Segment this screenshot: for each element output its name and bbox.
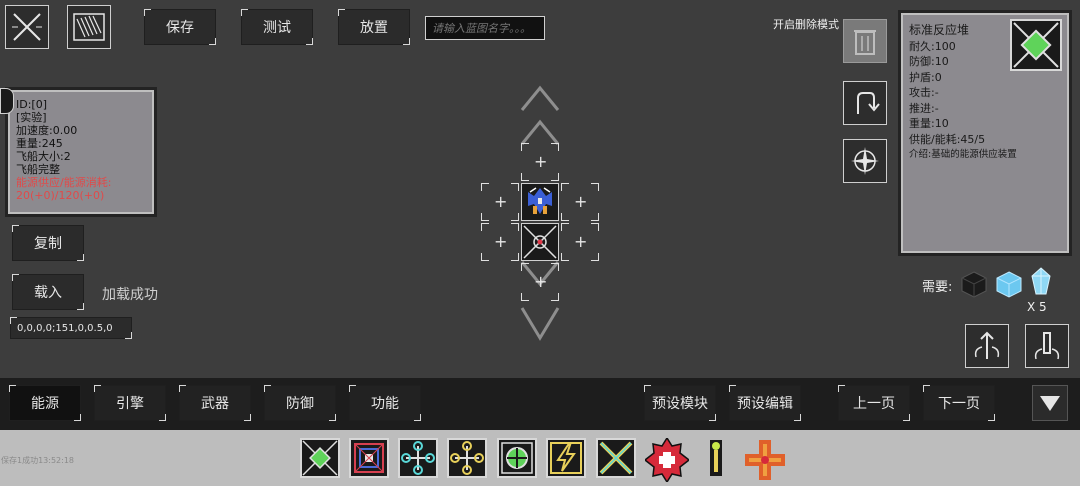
plus-icon: +	[574, 232, 588, 251]
module-x-frame[interactable]	[596, 438, 636, 478]
dismantle-icon	[1034, 332, 1060, 360]
tab-weapon[interactable]: 武器	[179, 385, 251, 421]
module-lightning[interactable]	[546, 438, 586, 478]
plus-icon: +	[494, 192, 508, 211]
crosshair-star-icon	[851, 147, 879, 175]
panel-toggle-handle[interactable]	[0, 88, 14, 114]
empty-slot-top[interactable]: +	[521, 143, 559, 181]
upgrade-button[interactable]	[965, 324, 1009, 368]
place-button[interactable]: 放置	[338, 9, 410, 45]
ice-cube-icon	[996, 271, 1022, 298]
module-reactor[interactable]	[300, 438, 340, 478]
plus-icon: +	[494, 232, 508, 251]
empty-slot-left-1[interactable]: +	[481, 183, 519, 221]
tab-engine[interactable]: 引擎	[94, 385, 166, 421]
rotate-button[interactable]	[843, 81, 887, 125]
preset-edit-button[interactable]: 预设编辑	[729, 385, 801, 421]
module-rod[interactable]	[696, 438, 736, 478]
cockpit-module[interactable]	[521, 183, 559, 221]
module-cross-cyan[interactable]	[398, 438, 438, 478]
requirement-count: X 5	[1027, 300, 1047, 314]
empty-slot-bottom[interactable]: +	[521, 263, 559, 301]
red-gear-icon	[643, 436, 691, 484]
upgrade-arrow-icon	[974, 331, 1000, 359]
empty-slot-left-2[interactable]: +	[481, 223, 519, 261]
module-stat: 攻击:-	[909, 86, 939, 99]
x-frame-icon	[599, 441, 633, 475]
module-stat: 供能/能耗:45/5	[909, 132, 986, 146]
category-bar: 能源 引擎 武器 防御 功能 预设模块 预设编辑 上一页 下一页	[0, 378, 1080, 430]
dismantle-button[interactable]	[1025, 324, 1069, 368]
tab-function[interactable]: 功能	[349, 385, 421, 421]
plus-icon: +	[534, 152, 548, 171]
plus-icon: +	[534, 272, 548, 291]
energy-label: 能源供应/能源消耗:	[16, 176, 112, 189]
target-icon	[501, 442, 533, 474]
close-icon	[12, 13, 42, 41]
module-stat: 推进:-	[909, 101, 939, 115]
module-red-gear[interactable]	[643, 436, 691, 484]
load-button[interactable]: 载入	[12, 274, 84, 310]
blueprint-name-input[interactable]	[425, 16, 545, 40]
save-status: 保存1成功13:52:18	[1, 456, 75, 465]
core-module[interactable]	[521, 223, 559, 261]
module-description: 介绍:基础的能源供应装置	[909, 149, 1017, 160]
module-stat: 重量:10	[909, 117, 949, 130]
selected-module-preview	[1010, 19, 1062, 71]
reactor-icon	[302, 440, 338, 476]
grid-core-icon	[354, 443, 384, 473]
module-shield-target[interactable]	[497, 438, 537, 478]
rod-icon	[710, 440, 722, 476]
empty-slot-right-2[interactable]: +	[561, 223, 599, 261]
energy-value: 20(+0)/120(+0)	[16, 189, 105, 202]
plus-icon: +	[574, 192, 588, 211]
collapse-tray-button[interactable]	[1032, 385, 1068, 421]
lightning-icon	[550, 442, 582, 474]
delete-mode-button[interactable]	[843, 19, 887, 63]
u-turn-arrow-icon	[857, 92, 880, 114]
tab-energy[interactable]: 能源	[9, 385, 81, 421]
empty-slot-right-1[interactable]: +	[561, 183, 599, 221]
center-view-button[interactable]	[843, 139, 887, 183]
close-button[interactable]	[5, 5, 49, 49]
blueprint-list-button[interactable]	[67, 5, 111, 49]
orange-cross-icon	[745, 440, 785, 480]
core-icon	[523, 225, 557, 259]
requirements-label: 需要:	[922, 280, 953, 295]
cross-node-cyan-icon	[401, 441, 435, 475]
preset-module-button[interactable]: 预设模块	[644, 385, 716, 421]
cross-node-yellow-icon	[450, 441, 484, 475]
ship-stats-panel: ID:[0] [实验] 加速度:0.00 重量:245 飞船大小:2 飞船完整 …	[8, 90, 154, 214]
delete-mode-label: 开启删除模式	[773, 18, 839, 31]
stat-line: 加速度:0.00	[16, 124, 78, 137]
module-cross-yellow[interactable]	[447, 438, 487, 478]
cockpit-icon	[528, 187, 552, 214]
stat-line: 飞船大小:2	[16, 150, 71, 163]
stat-line: [实验]	[16, 111, 47, 124]
triangle-down-icon	[1040, 396, 1060, 411]
copy-button[interactable]: 复制	[12, 225, 84, 261]
stat-line: 飞船完整	[16, 163, 60, 176]
crystal-icon	[1031, 267, 1051, 295]
trash-icon	[854, 30, 876, 55]
tab-defense[interactable]: 防御	[264, 385, 336, 421]
module-tray: 保存1成功13:52:18	[0, 430, 1080, 486]
dark-cube-icon	[961, 271, 987, 298]
test-button[interactable]: 测试	[241, 9, 313, 45]
code-field[interactable]: 0,0,0,0;151,0,0.5,0	[10, 317, 132, 339]
prev-page-button[interactable]: 上一页	[838, 385, 910, 421]
next-page-button[interactable]: 下一页	[923, 385, 995, 421]
stat-line: ID:[0]	[16, 98, 48, 111]
module-battery-grid[interactable]	[349, 438, 389, 478]
stat-line: 重量:245	[16, 137, 63, 150]
stacked-pages-icon	[73, 13, 105, 41]
reactor-icon	[1013, 22, 1059, 68]
module-orange-cross[interactable]	[743, 438, 785, 480]
save-button[interactable]: 保存	[144, 9, 216, 45]
load-status: 加载成功	[102, 287, 158, 303]
